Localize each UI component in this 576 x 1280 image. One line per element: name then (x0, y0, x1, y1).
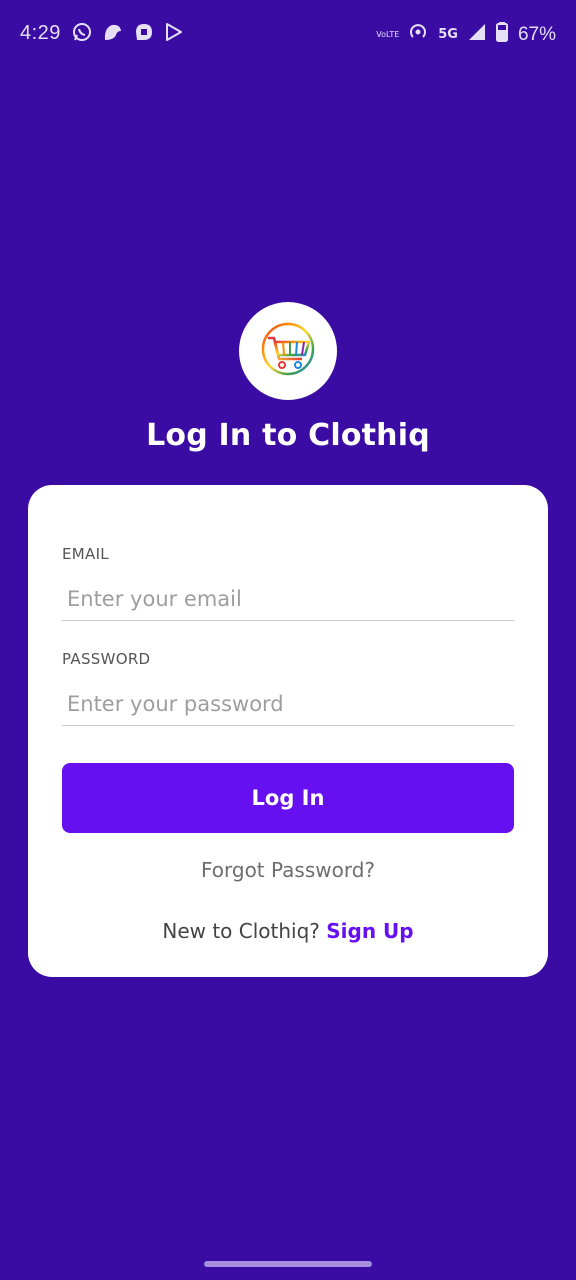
status-bar: 4:29 VoLTE 5G 67% (0, 0, 576, 70)
volte-indicator: VoLTE (376, 29, 400, 39)
play-store-icon (164, 22, 184, 42)
signal-icon (468, 23, 486, 46)
status-indicators: VoLTE 5G 67% (376, 22, 556, 47)
login-button[interactable]: Log In (62, 763, 514, 833)
home-indicator[interactable] (204, 1261, 372, 1267)
shopping-cart-icon (260, 321, 316, 382)
login-card: EMAIL PASSWORD Log In Forgot Password? N… (28, 485, 548, 977)
signup-link[interactable]: Sign Up (326, 919, 413, 943)
battery-percent: 67% (517, 23, 556, 45)
password-field[interactable] (62, 682, 514, 726)
hotspot-icon (408, 22, 428, 47)
status-app-icons (72, 22, 184, 42)
new-user-prompt: New to Clothiq? (162, 919, 320, 943)
signup-row: New to Clothiq? Sign Up (28, 919, 548, 943)
chat-app-icon (134, 22, 154, 42)
messenger-bird-icon (102, 22, 124, 42)
forgot-password-link[interactable]: Forgot Password? (28, 858, 548, 882)
whatsapp-icon (72, 22, 92, 42)
password-label: PASSWORD (62, 650, 151, 668)
page-title: Log In to Clothiq (146, 418, 430, 453)
app-logo (239, 302, 337, 400)
status-time: 4:29 (20, 22, 61, 44)
email-field[interactable] (62, 577, 514, 621)
battery-icon (495, 22, 508, 47)
email-label: EMAIL (62, 545, 109, 563)
network-type-label: 5G (438, 27, 458, 42)
